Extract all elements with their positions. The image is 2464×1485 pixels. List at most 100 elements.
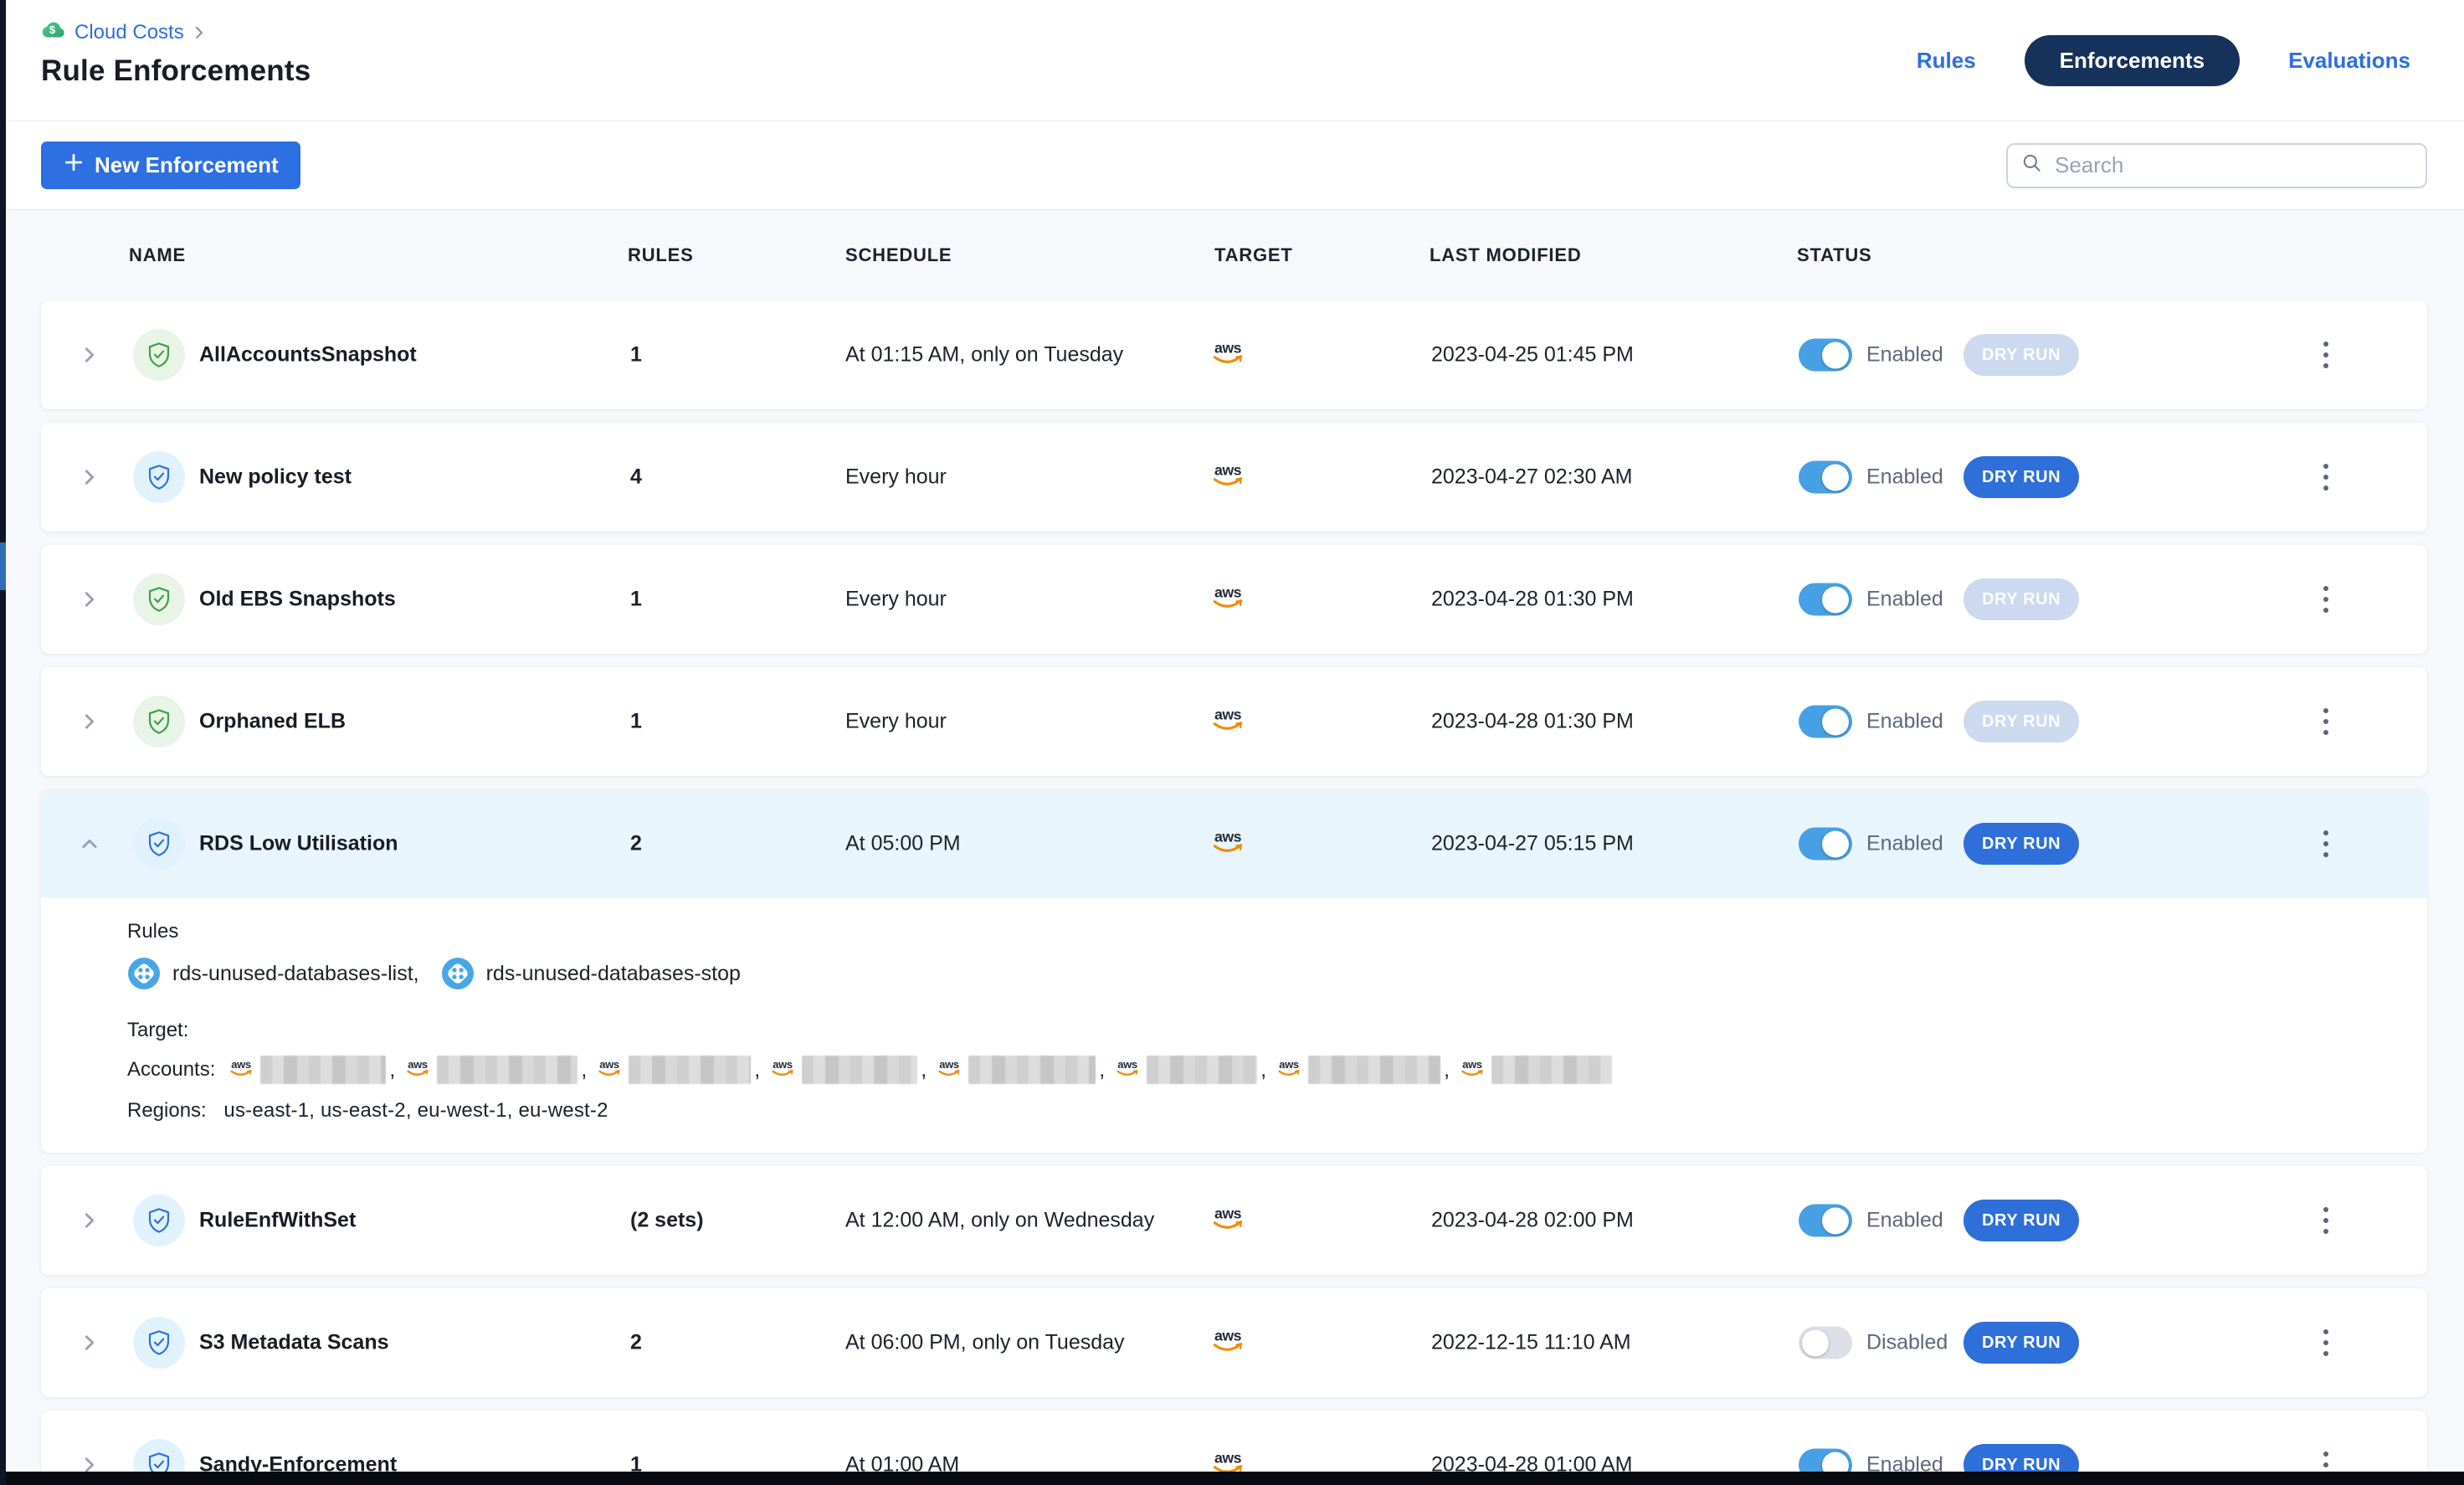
tab-evaluations[interactable]: Evaluations <box>2288 48 2410 74</box>
svg-text:aws: aws <box>1214 1328 1242 1344</box>
enforcement-shield-icon <box>133 451 185 503</box>
aws-logo-icon: aws <box>595 1057 624 1083</box>
enabled-toggle[interactable] <box>1799 1327 1852 1359</box>
tab-enforcements[interactable]: Enforcements <box>2025 35 2240 86</box>
dry-run-badge: DRY RUN <box>1964 1200 2079 1241</box>
toggle-knob <box>1822 464 1849 491</box>
breadcrumb-cloud-costs-link[interactable]: Cloud Costs <box>74 21 184 44</box>
column-header-schedule: SCHEDULE <box>845 244 952 266</box>
enabled-toggle[interactable] <box>1799 1205 1852 1237</box>
table-row[interactable]: Old EBS Snapshots 1 Every hour aws 2023-… <box>41 545 2427 654</box>
row-main[interactable]: S3 Metadata Scans 2 At 06:00 PM, only on… <box>41 1288 2427 1397</box>
account-separator: , <box>581 1058 587 1082</box>
schedule-text: Every hour <box>845 710 947 734</box>
row-main[interactable]: Old EBS Snapshots 1 Every hour aws 2023-… <box>41 545 2427 654</box>
svg-text:aws: aws <box>773 1058 793 1071</box>
rules-count: (2 sets) <box>630 1209 704 1233</box>
row-menu-button[interactable] <box>2309 825 2343 863</box>
enabled-toggle[interactable] <box>1799 828 1852 861</box>
table-row[interactable]: RDS Low Utilisation 2 At 05:00 PM aws 20… <box>41 789 2427 1153</box>
toggle-knob <box>1822 1207 1849 1234</box>
regions-list: us-east-1, us-east-2, eu-west-1, eu-west… <box>223 1099 608 1122</box>
expand-chevron-icon[interactable] <box>80 1210 100 1231</box>
rules-count: 2 <box>630 832 642 856</box>
details-regions-label: Regions: <box>127 1099 207 1123</box>
redacted-account: aws <box>1275 1056 1440 1084</box>
row-menu-button[interactable] <box>2309 1201 2343 1240</box>
column-header-name: NAME <box>129 244 186 266</box>
account-separator: , <box>389 1058 395 1082</box>
last-modified: 2023-04-28 01:30 PM <box>1431 710 1634 734</box>
table-row[interactable]: New policy test 4 Every hour aws 2023-04… <box>41 423 2427 532</box>
enabled-toggle[interactable] <box>1799 461 1852 494</box>
tab-rules[interactable]: Rules <box>1917 48 1976 74</box>
dry-run-badge: DRY RUN <box>1964 334 2079 376</box>
row-menu-button[interactable] <box>2309 702 2343 741</box>
aws-logo-icon: aws <box>768 1057 797 1083</box>
row-main[interactable]: AllAccountsSnapshot 1 At 01:15 AM, only … <box>41 301 2427 409</box>
rules-count: 1 <box>630 588 642 612</box>
table-row[interactable]: AllAccountsSnapshot 1 At 01:15 AM, only … <box>41 301 2427 409</box>
expand-chevron-icon[interactable] <box>80 712 100 732</box>
svg-text:aws: aws <box>1279 1058 1299 1071</box>
sidebar-accent-strip <box>0 542 6 590</box>
expand-chevron-icon[interactable] <box>80 589 100 609</box>
svg-text:aws: aws <box>1214 462 1242 479</box>
search-icon <box>2021 152 2043 178</box>
row-main[interactable]: Orphaned ELB 1 Every hour aws 2023-04-28… <box>41 667 2427 776</box>
svg-text:aws: aws <box>600 1058 620 1071</box>
row-main[interactable]: RDS Low Utilisation 2 At 05:00 PM aws 20… <box>41 789 2427 898</box>
accounts-list: aws,aws,aws,aws,aws,aws,aws,aws <box>227 1056 1615 1084</box>
enabled-toggle[interactable] <box>1799 339 1852 372</box>
rule-chip: rds-unused-databases-stop <box>441 957 741 990</box>
redacted-account: aws <box>403 1056 578 1084</box>
expand-chevron-icon[interactable] <box>80 467 100 487</box>
rule-chip-label: rds-unused-databases-list, <box>172 962 419 986</box>
expand-chevron-icon[interactable] <box>80 345 100 365</box>
row-main[interactable]: New policy test 4 Every hour aws 2023-04… <box>41 423 2427 532</box>
column-header-status: STATUS <box>1797 244 1872 266</box>
last-modified: 2023-04-28 01:30 PM <box>1431 588 1634 612</box>
enforcement-shield-icon <box>133 696 185 748</box>
dry-run-badge: DRY RUN <box>1964 578 2079 620</box>
window-bottom-edge <box>0 1472 2464 1485</box>
rule-chip-icon <box>441 957 475 990</box>
aws-logo-icon: aws <box>1209 460 1247 495</box>
toggle-knob <box>1822 830 1849 857</box>
schedule-text: Every hour <box>845 465 947 490</box>
enabled-toggle[interactable] <box>1799 706 1852 738</box>
svg-text:aws: aws <box>1214 829 1242 845</box>
enforcement-name: RDS Low Utilisation <box>199 832 398 856</box>
cloud-costs-icon: $ <box>41 18 66 46</box>
last-modified: 2023-04-25 01:45 PM <box>1431 343 1634 367</box>
table-row[interactable]: Orphaned ELB 1 Every hour aws 2023-04-28… <box>41 667 2427 776</box>
row-menu-button[interactable] <box>2309 458 2343 496</box>
row-menu-button[interactable] <box>2309 1323 2343 1362</box>
dry-run-badge: DRY RUN <box>1964 456 2079 498</box>
redacted-account: aws <box>595 1056 751 1084</box>
table-row[interactable]: S3 Metadata Scans 2 At 06:00 PM, only on… <box>41 1288 2427 1397</box>
dry-run-badge: DRY RUN <box>1964 701 2079 742</box>
status-label: Enabled <box>1866 710 1943 734</box>
account-separator: , <box>754 1058 760 1082</box>
expand-chevron-icon[interactable] <box>80 1333 100 1353</box>
accounts-line: Accounts: aws,aws,aws,aws,aws,aws,aws,aw… <box>127 1056 2394 1084</box>
expand-chevron-icon[interactable] <box>80 834 100 854</box>
table-row[interactable]: RuleEnfWithSet (2 sets) At 12:00 AM, onl… <box>41 1166 2427 1275</box>
view-tabs: Rules Enforcements Evaluations <box>1917 35 2410 86</box>
row-menu-button[interactable] <box>2309 336 2343 374</box>
search-input[interactable] <box>2055 152 2412 178</box>
toggle-knob <box>1822 708 1849 735</box>
aws-logo-icon: aws <box>935 1057 963 1083</box>
details-accounts-label: Accounts: <box>127 1058 215 1082</box>
page-header: $ Cloud Costs Rule Enforcements Rules En… <box>0 0 2464 121</box>
row-main[interactable]: RuleEnfWithSet (2 sets) At 12:00 AM, onl… <box>41 1166 2427 1275</box>
new-enforcement-button[interactable]: New Enforcement <box>41 141 300 189</box>
enforcement-name: S3 Metadata Scans <box>199 1331 389 1355</box>
rules-count: 4 <box>630 465 642 490</box>
toggle-knob <box>1802 1329 1829 1356</box>
redacted-account: aws <box>1113 1056 1257 1084</box>
row-menu-button[interactable] <box>2309 580 2343 619</box>
enabled-toggle[interactable] <box>1799 583 1852 616</box>
column-header-last-modified: LAST MODIFIED <box>1430 244 1582 266</box>
